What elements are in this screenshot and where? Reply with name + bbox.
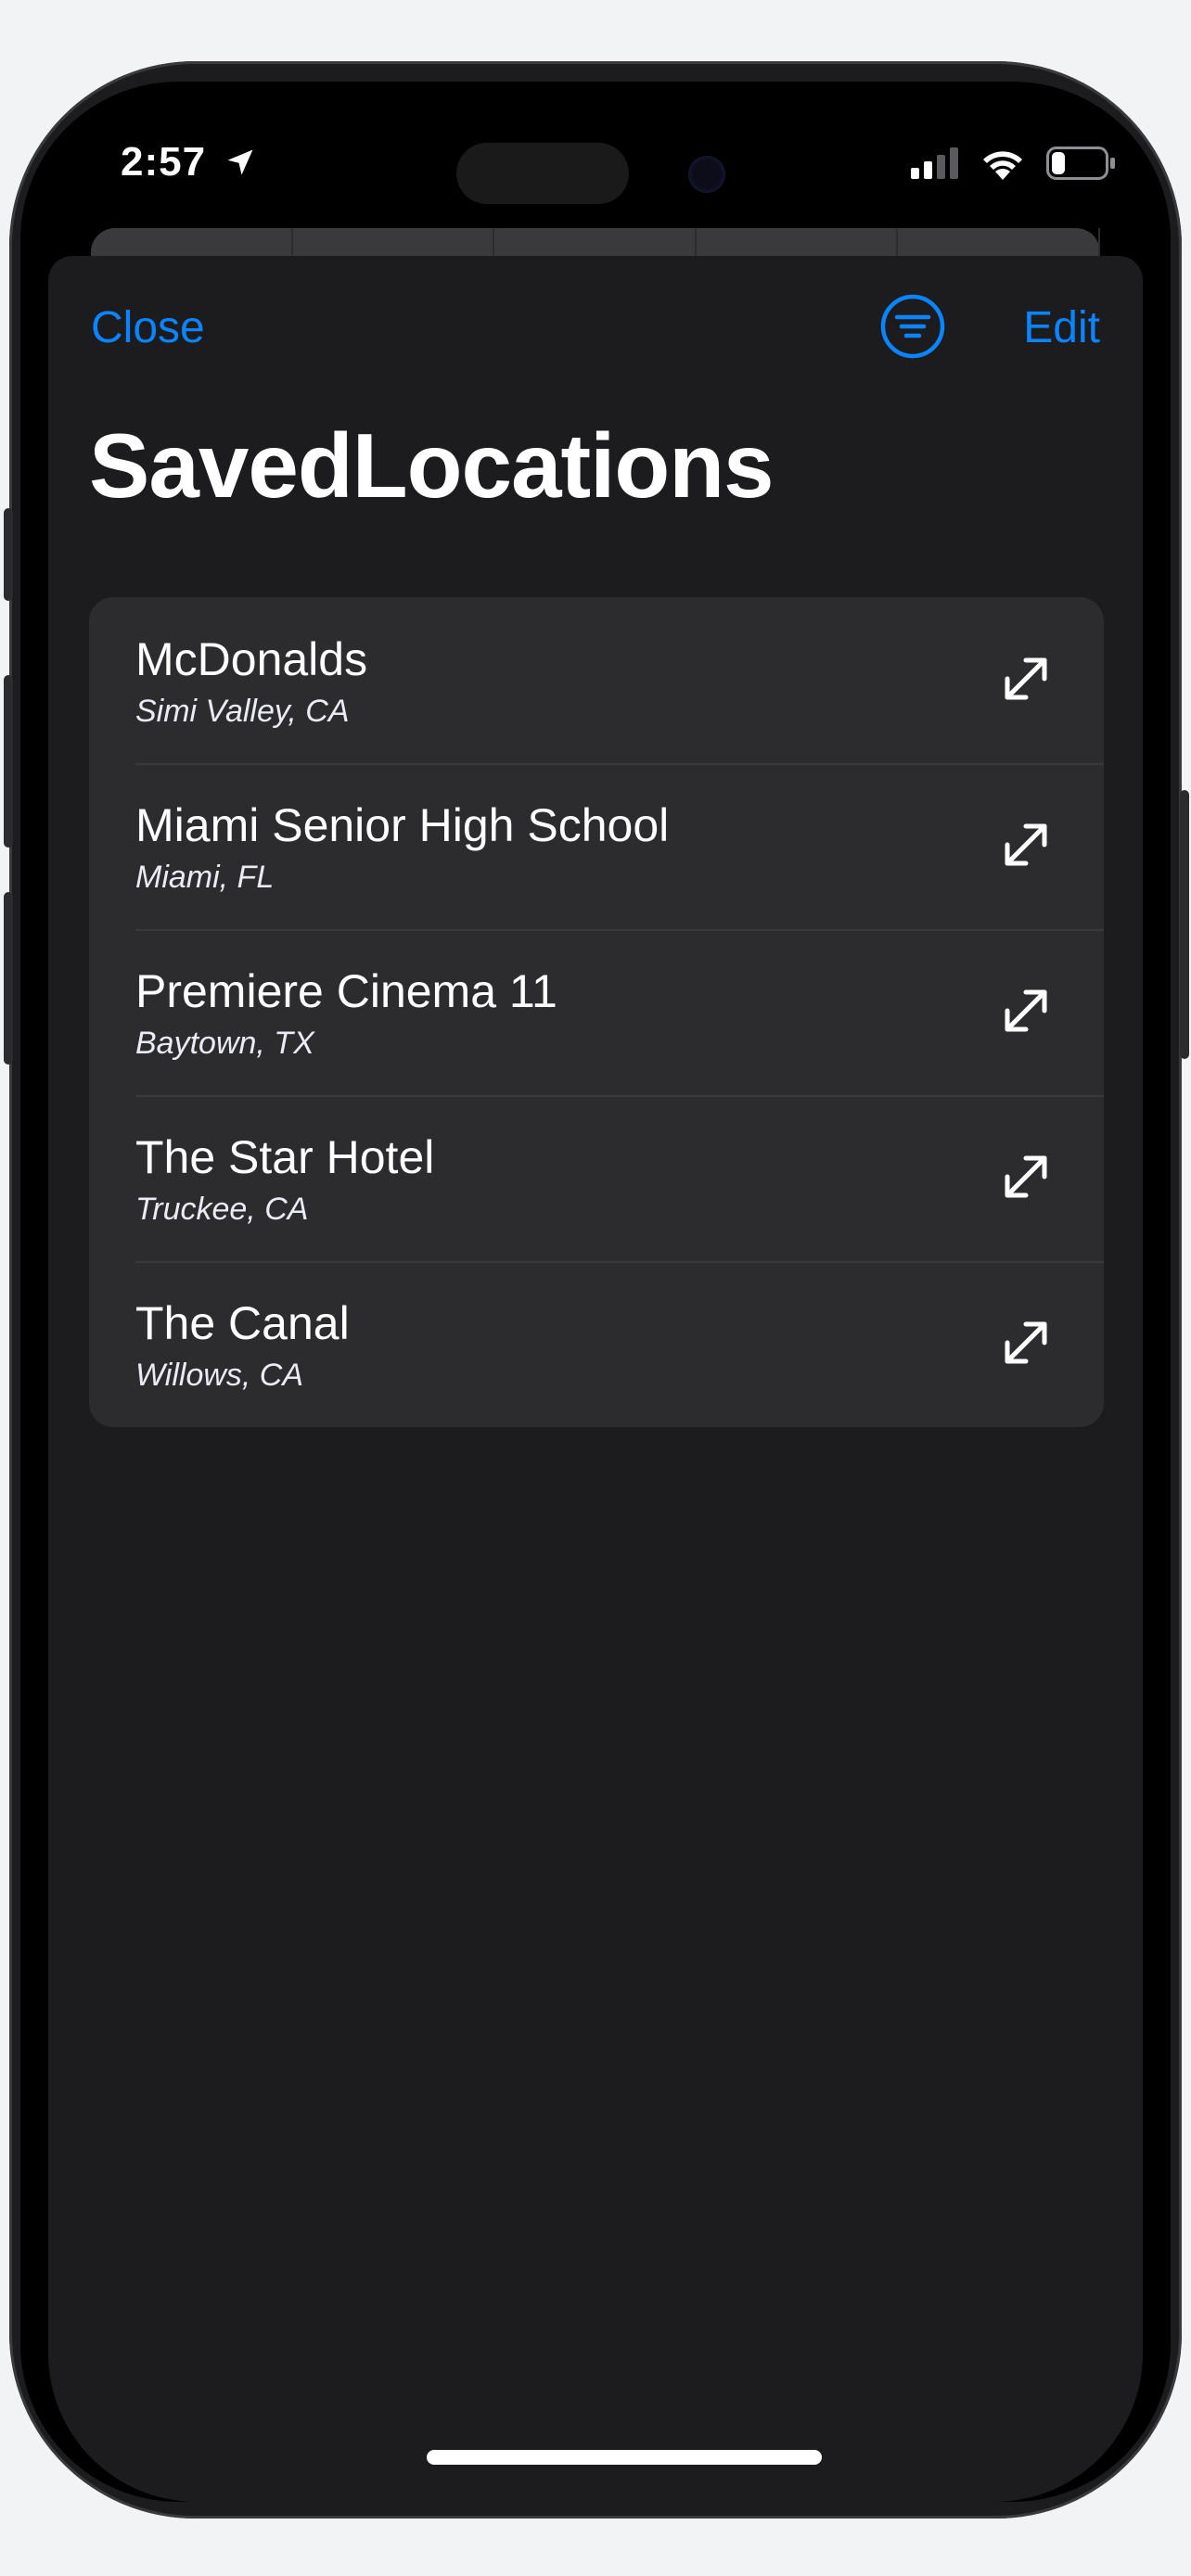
expand-icon <box>1005 1155 1047 1198</box>
location-row[interactable]: The Star Hotel Truckee, CA <box>89 1095 1104 1261</box>
status-icons <box>911 147 1117 180</box>
wifi-icon <box>983 151 1022 180</box>
volume-down-button <box>4 892 13 1065</box>
locations-list: McDonalds Simi Valley, CA Miami Senior H… <box>89 597 1104 1427</box>
expand-button[interactable] <box>996 981 1056 1040</box>
filter-button[interactable] <box>879 293 946 360</box>
location-name: Miami Senior High School <box>135 799 670 851</box>
location-place: Truckee, CA <box>135 1192 309 1227</box>
location-row[interactable]: The Canal Willows, CA <box>89 1261 1104 1427</box>
home-indicator[interactable] <box>427 2450 822 2465</box>
status-bar: 2:57 <box>20 82 1171 221</box>
screen: 2:57 Close Edit SavedLocations McDonalds… <box>20 82 1171 2502</box>
front-camera <box>688 156 725 193</box>
expand-icon <box>1005 823 1047 866</box>
filter-icon <box>880 294 945 359</box>
status-time: 2:57 <box>121 139 257 185</box>
location-name: Premiere Cinema 11 <box>135 965 557 1017</box>
location-row[interactable]: Premiere Cinema 11 Baytown, TX <box>89 929 1104 1095</box>
action-button <box>4 508 13 601</box>
battery-icon <box>1046 147 1115 180</box>
location-place: Miami, FL <box>135 860 275 895</box>
expand-icon <box>1005 657 1047 700</box>
location-name: The Canal <box>135 1297 350 1349</box>
power-button <box>1180 790 1189 1059</box>
location-place: Willows, CA <box>135 1358 304 1393</box>
location-place: Simi Valley, CA <box>135 694 350 729</box>
edit-button[interactable]: Edit <box>1023 302 1100 353</box>
expand-button[interactable] <box>996 649 1056 708</box>
page-title: SavedLocations <box>89 414 775 516</box>
expand-button[interactable] <box>996 1147 1056 1206</box>
cellular-signal-icon <box>911 147 958 179</box>
location-name: McDonalds <box>135 633 368 685</box>
expand-icon <box>1005 1321 1047 1364</box>
dynamic-island <box>456 143 629 204</box>
expand-button[interactable] <box>996 1313 1056 1372</box>
location-row[interactable]: McDonalds Simi Valley, CA <box>89 597 1104 763</box>
expand-button[interactable] <box>996 815 1056 874</box>
close-button[interactable]: Close <box>91 302 205 353</box>
location-row[interactable]: Miami Senior High School Miami, FL <box>89 763 1104 929</box>
saved-locations-sheet: Close Edit SavedLocations McDonalds Simi… <box>48 256 1143 2502</box>
location-place: Baytown, TX <box>135 1026 314 1061</box>
location-arrow-icon <box>227 149 253 175</box>
location-name: The Star Hotel <box>135 1131 435 1183</box>
volume-up-button <box>4 675 13 848</box>
expand-icon <box>1005 989 1047 1032</box>
